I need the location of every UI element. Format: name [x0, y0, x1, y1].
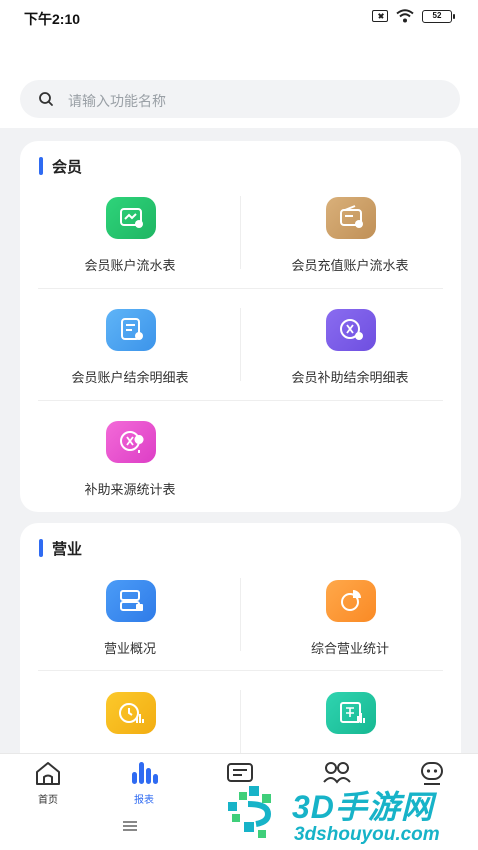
section-title: 营业: [39, 537, 82, 559]
subsidy-balance-icon: [326, 309, 376, 351]
watermark-title: 3D手游网: [292, 789, 434, 825]
report-item-member-balance-detail[interactable]: 会员账户结余明细表: [20, 309, 240, 421]
status-time: 下午2:10: [24, 11, 81, 27]
report-item-member-account-flow[interactable]: 会员账户流水表: [20, 197, 240, 309]
member-section-card: 会员 会员账户流水表 会员充值账户流水表 会员账户结余明细表 会员补助结余明细表…: [20, 141, 461, 512]
watermark-logo-icon: [228, 786, 272, 838]
status-icons: 52: [372, 9, 455, 23]
business-overview-icon: [106, 580, 156, 622]
watermark: 3D手游网 3dshouyou.com: [220, 778, 478, 850]
business-section-card: 营业 营业概况 综合营业统计: [20, 523, 461, 783]
home-icon: [36, 762, 60, 785]
report-item-member-subsidy-balance[interactable]: 会员补助结余明细表: [240, 309, 460, 421]
account-flow-icon: [106, 197, 156, 239]
report-item-business-overview[interactable]: 营业概况: [20, 580, 240, 692]
clock-chart-icon: [106, 692, 156, 734]
no-sim-icon: [372, 10, 388, 22]
battery-icon: 52: [422, 9, 455, 23]
bar-report-icon: [326, 692, 376, 734]
search-input[interactable]: 请输入功能名称: [20, 80, 460, 118]
tab-home[interactable]: 首页: [0, 758, 96, 806]
watermark-url: 3dshouyou.com: [294, 824, 440, 845]
report-item-comprehensive-business[interactable]: 综合营业统计: [240, 580, 460, 692]
status-bar: 下午2:10 52: [0, 0, 478, 34]
section-accent-bar: [39, 539, 43, 557]
header-area: 下午2:10 52 请输入功能名称: [0, 0, 478, 128]
balance-document-icon: [106, 309, 156, 351]
menu-handle-icon[interactable]: [123, 821, 137, 831]
report-bars-icon: [132, 762, 158, 784]
section-accent-bar: [39, 157, 43, 175]
wifi-icon: [396, 9, 414, 23]
pie-chart-icon: [326, 580, 376, 622]
search-icon: [39, 92, 53, 106]
recharge-wallet-icon: [326, 197, 376, 239]
search-placeholder: 请输入功能名称: [68, 93, 166, 109]
tab-reports[interactable]: 报表: [96, 758, 192, 806]
report-item-subsidy-source[interactable]: 补助来源统计表: [20, 421, 240, 533]
report-item-member-recharge-flow[interactable]: 会员充值账户流水表: [240, 197, 460, 309]
subsidy-source-icon: [106, 421, 156, 463]
section-title: 会员: [39, 155, 82, 177]
